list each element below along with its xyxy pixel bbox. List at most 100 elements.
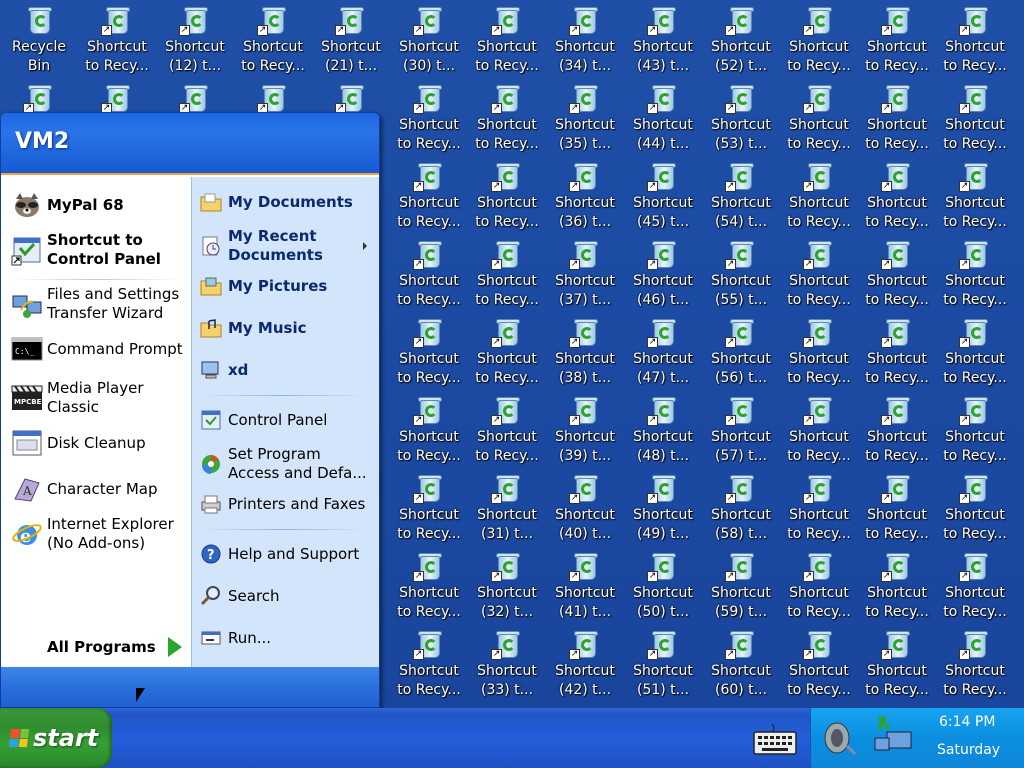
recycle-bin-desktop-icon[interactable]: Recycle Bin	[0, 2, 78, 80]
shortcut-desktop-icon[interactable]: ↗ Shortcut (32) t...	[468, 548, 546, 626]
shortcut-desktop-icon[interactable]: ↗ Shortcut (57) t...	[702, 392, 780, 470]
shortcut-desktop-icon[interactable]: ↗ Shortcut to Recy...	[468, 236, 546, 314]
shortcut-desktop-icon[interactable]: ↗ Shortcut to Recy...	[468, 158, 546, 236]
shortcut-desktop-icon[interactable]: ↗ Shortcut (51) t...	[624, 626, 702, 704]
menu-item-search[interactable]: Search	[200, 585, 280, 607]
shortcut-desktop-icon[interactable]: ↗ Shortcut to Recy...	[390, 236, 468, 314]
shortcut-desktop-icon[interactable]: ↗ Shortcut to Recy...	[936, 158, 1014, 236]
shortcut-desktop-icon[interactable]: ↗ Shortcut (39) t...	[546, 392, 624, 470]
shortcut-desktop-icon[interactable]: ↗ Shortcut to Recy...	[78, 2, 156, 80]
shortcut-desktop-icon[interactable]: ↗ Shortcut to Recy...	[858, 392, 936, 470]
shortcut-desktop-icon[interactable]: ↗ Shortcut (50) t...	[624, 548, 702, 626]
shortcut-desktop-icon[interactable]: ↗ Shortcut to Recy...	[234, 2, 312, 80]
shortcut-desktop-icon[interactable]: ↗ Shortcut to Recy...	[390, 314, 468, 392]
clock-time[interactable]: 6:14 PM	[939, 714, 995, 730]
shortcut-desktop-icon[interactable]: ↗ Shortcut (31) t...	[468, 470, 546, 548]
menu-item-my-recent-documents[interactable]: My Recent Documents	[200, 227, 323, 265]
menu-item-set-program-access[interactable]: Set Program Access and Defa...	[200, 445, 367, 483]
shortcut-desktop-icon[interactable]: ↗ Shortcut (53) t...	[702, 80, 780, 158]
shortcut-desktop-icon[interactable]: ↗ Shortcut (38) t...	[546, 314, 624, 392]
menu-item-mypal[interactable]: MyPal 68	[11, 189, 124, 221]
shortcut-desktop-icon[interactable]: ↗ Shortcut (47) t...	[624, 314, 702, 392]
shortcut-desktop-icon[interactable]: ↗ Shortcut to Recy...	[390, 392, 468, 470]
volume-icon[interactable]	[821, 718, 859, 762]
shortcut-desktop-icon[interactable]: ↗ Shortcut to Recy...	[780, 470, 858, 548]
shortcut-desktop-icon[interactable]: ↗ Shortcut (43) t...	[624, 2, 702, 80]
shortcut-desktop-icon[interactable]: ↗ Shortcut (60) t...	[702, 626, 780, 704]
menu-item-character-map[interactable]: A Character Map	[11, 473, 157, 505]
menu-item-transfer-wizard[interactable]: Files and Settings Transfer Wizard	[11, 285, 179, 323]
shortcut-desktop-icon[interactable]: ↗ Shortcut to Recy...	[390, 548, 468, 626]
menu-item-my-music[interactable]: My Music	[200, 317, 307, 339]
menu-item-printers-faxes[interactable]: Printers and Faxes	[200, 493, 365, 515]
shortcut-desktop-icon[interactable]: ↗ Shortcut to Recy...	[390, 626, 468, 704]
shortcut-desktop-icon[interactable]: ↗ Shortcut to Recy...	[858, 626, 936, 704]
shortcut-desktop-icon[interactable]: ↗ Shortcut to Recy...	[936, 314, 1014, 392]
shortcut-desktop-icon[interactable]: ↗ Shortcut to Recy...	[468, 392, 546, 470]
shortcut-desktop-icon[interactable]: ↗ Shortcut to Recy...	[390, 80, 468, 158]
shortcut-desktop-icon[interactable]: ↗ Shortcut to Recy...	[936, 2, 1014, 80]
shortcut-desktop-icon[interactable]: ↗ Shortcut to Recy...	[858, 470, 936, 548]
shortcut-desktop-icon[interactable]: ↗ Shortcut to Recy...	[858, 548, 936, 626]
shortcut-desktop-icon[interactable]: ↗ Shortcut (36) t...	[546, 158, 624, 236]
shortcut-desktop-icon[interactable]: ↗ Shortcut (44) t...	[624, 80, 702, 158]
shortcut-desktop-icon[interactable]: ↗ Shortcut to Recy...	[858, 158, 936, 236]
shortcut-desktop-icon[interactable]: ↗ Shortcut (40) t...	[546, 470, 624, 548]
menu-item-my-documents[interactable]: My Documents	[200, 191, 353, 213]
shortcut-desktop-icon[interactable]: ↗ Shortcut to Recy...	[936, 236, 1014, 314]
menu-item-help-support[interactable]: ? Help and Support	[200, 543, 359, 565]
keyboard-icon[interactable]	[752, 722, 798, 756]
shortcut-desktop-icon[interactable]: ↗ Shortcut to Recy...	[780, 2, 858, 80]
shortcut-desktop-icon[interactable]: ↗ Shortcut to Recy...	[936, 392, 1014, 470]
shortcut-desktop-icon[interactable]: ↗ Shortcut to Recy...	[936, 470, 1014, 548]
menu-item-run[interactable]: Run...	[200, 627, 271, 649]
menu-item-my-pictures[interactable]: My Pictures	[200, 275, 327, 297]
shortcut-desktop-icon[interactable]: ↗ Shortcut (30) t...	[390, 2, 468, 80]
shortcut-desktop-icon[interactable]: ↗ Shortcut to Recy...	[390, 470, 468, 548]
shortcut-desktop-icon[interactable]: ↗ Shortcut (46) t...	[624, 236, 702, 314]
shortcut-desktop-icon[interactable]: ↗ Shortcut to Recy...	[468, 2, 546, 80]
shortcut-desktop-icon[interactable]: ↗ Shortcut to Recy...	[780, 548, 858, 626]
shortcut-desktop-icon[interactable]: ↗ Shortcut (54) t...	[702, 158, 780, 236]
shortcut-desktop-icon[interactable]: ↗ Shortcut to Recy...	[858, 236, 936, 314]
menu-item-control-panel[interactable]: Control Panel	[200, 409, 327, 431]
menu-item-disk-cleanup[interactable]: Disk Cleanup	[11, 427, 146, 459]
menu-item-command-prompt[interactable]: C:\_ Command Prompt	[11, 333, 183, 365]
shortcut-desktop-icon[interactable]: ↗ Shortcut (55) t...	[702, 236, 780, 314]
shortcut-desktop-icon[interactable]: ↗ Shortcut (49) t...	[624, 470, 702, 548]
shortcut-desktop-icon[interactable]: ↗ Shortcut (12) t...	[156, 2, 234, 80]
shortcut-desktop-icon[interactable]: ↗ Shortcut to Recy...	[858, 80, 936, 158]
clock-day[interactable]: Saturday	[937, 742, 1000, 758]
shortcut-desktop-icon[interactable]: ↗ Shortcut (41) t...	[546, 548, 624, 626]
shortcut-desktop-icon[interactable]: ↗ Shortcut (35) t...	[546, 80, 624, 158]
shortcut-desktop-icon[interactable]: ↗ Shortcut to Recy...	[780, 392, 858, 470]
shortcut-desktop-icon[interactable]: ↗ Shortcut to Recy...	[390, 158, 468, 236]
shortcut-desktop-icon[interactable]: ↗ Shortcut to Recy...	[858, 2, 936, 80]
shortcut-desktop-icon[interactable]: ↗ Shortcut to Recy...	[936, 80, 1014, 158]
shortcut-desktop-icon[interactable]: ↗ Shortcut (45) t...	[624, 158, 702, 236]
shortcut-desktop-icon[interactable]: ↗ Shortcut (37) t...	[546, 236, 624, 314]
shortcut-desktop-icon[interactable]: ↗ Shortcut to Recy...	[780, 236, 858, 314]
all-programs-button[interactable]: All Programs	[47, 637, 182, 657]
shortcut-desktop-icon[interactable]: ↗ Shortcut (48) t...	[624, 392, 702, 470]
shortcut-desktop-icon[interactable]: ↗ Shortcut (59) t...	[702, 548, 780, 626]
menu-item-xd[interactable]: xd	[200, 359, 248, 381]
shortcut-desktop-icon[interactable]: ↗ Shortcut to Recy...	[936, 548, 1014, 626]
shortcut-desktop-icon[interactable]: ↗ Shortcut to Recy...	[780, 80, 858, 158]
shortcut-desktop-icon[interactable]: ↗ Shortcut (34) t...	[546, 2, 624, 80]
menu-item-shortcut-control-panel[interactable]: Shortcut to Control Panel	[11, 231, 161, 269]
shortcut-desktop-icon[interactable]: ↗ Shortcut to Recy...	[468, 80, 546, 158]
start-button[interactable]: start	[0, 708, 112, 768]
shortcut-desktop-icon[interactable]: ↗ Shortcut to Recy...	[780, 314, 858, 392]
shortcut-desktop-icon[interactable]: ↗ Shortcut (33) t...	[468, 626, 546, 704]
shortcut-desktop-icon[interactable]: ↗ Shortcut (21) t...	[312, 2, 390, 80]
shortcut-desktop-icon[interactable]: ↗ Shortcut (58) t...	[702, 470, 780, 548]
shortcut-desktop-icon[interactable]: ↗ Shortcut (52) t...	[702, 2, 780, 80]
shortcut-desktop-icon[interactable]: ↗ Shortcut to Recy...	[858, 314, 936, 392]
shortcut-desktop-icon[interactable]: ↗ Shortcut (56) t...	[702, 314, 780, 392]
menu-item-internet-explorer[interactable]: e Internet Explorer (No Add-ons)	[11, 515, 174, 553]
shortcut-desktop-icon[interactable]: ↗ Shortcut (42) t...	[546, 626, 624, 704]
menu-item-media-player-classic[interactable]: MPCBE Media Player Classic	[11, 379, 144, 417]
shortcut-desktop-icon[interactable]: ↗ Shortcut to Recy...	[780, 158, 858, 236]
shortcut-desktop-icon[interactable]: ↗ Shortcut to Recy...	[780, 626, 858, 704]
